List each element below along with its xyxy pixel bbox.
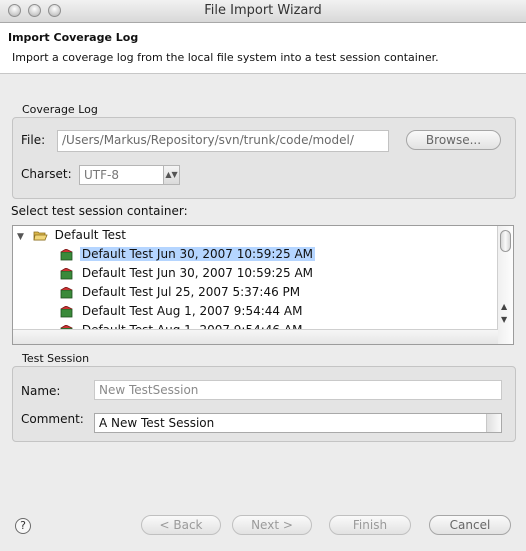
file-path-field[interactable]: /Users/Markus/Repository/svn/trunk/code/… [57, 130, 389, 152]
coverage-log-group-label: Coverage Log [22, 103, 98, 116]
test-session-icon [60, 286, 74, 298]
session-label: Default Test Jul 25, 2007 5:37:46 PM [81, 285, 301, 299]
chevron-updown-icon[interactable]: ▲▼ [163, 166, 179, 184]
wizard-description: Import a coverage log from the local fil… [12, 51, 439, 64]
test-session-group-label: Test Session [22, 352, 90, 365]
session-label: Default Test Jun 30, 2007 10:59:25 AM [81, 266, 314, 280]
finish-button[interactable]: Finish [329, 515, 411, 535]
help-icon[interactable]: ? [15, 518, 31, 534]
container-label: Select test session container: [11, 204, 188, 218]
test-session-icon [60, 248, 74, 260]
charset-select[interactable]: UTF-8 ▲▼ [79, 165, 180, 185]
scroll-down-arrow-icon[interactable]: ▼ [501, 315, 507, 324]
folder-open-icon [33, 229, 48, 241]
wizard-title: Import Coverage Log [8, 31, 139, 44]
tree-session-row[interactable]: Default Test Jun 30, 2007 10:59:25 AM [60, 245, 316, 263]
tree-session-row[interactable]: Default Test Aug 1, 2007 9:54:44 AM [60, 302, 302, 320]
tree-horizontal-scrollbar[interactable] [13, 329, 498, 344]
comment-scrollbar[interactable] [486, 414, 501, 432]
test-session-icon [60, 305, 74, 317]
comment-field[interactable]: A New Test Session [94, 413, 502, 433]
title-bar: File Import Wizard [0, 0, 526, 23]
name-label: Name: [21, 384, 61, 398]
charset-value: UTF-8 [84, 168, 119, 182]
tree-session-row[interactable]: Default Test Jun 30, 2007 10:59:25 AM [60, 264, 313, 282]
tree-vertical-scrollbar[interactable]: ▲ ▼ [497, 226, 513, 344]
charset-label: Charset: [21, 167, 72, 181]
session-label: Default Test Aug 1, 2007 9:54:44 AM [81, 304, 303, 318]
browse-button[interactable]: Browse... [406, 130, 501, 150]
next-button[interactable]: Next > [232, 515, 312, 535]
comment-value: A New Test Session [99, 416, 215, 430]
file-label: File: [21, 133, 46, 147]
tree-root-row[interactable]: ▼ Default Test [17, 226, 126, 244]
scroll-up-arrow-icon[interactable]: ▲ [501, 302, 507, 311]
tree-root-label: Default Test [54, 228, 126, 242]
tree-session-row[interactable]: Default Test Jul 25, 2007 5:37:46 PM [60, 283, 300, 301]
test-session-icon [60, 267, 74, 279]
session-name-field[interactable]: New TestSession [94, 380, 502, 400]
scroll-thumb[interactable] [500, 230, 511, 252]
triangle-down-icon[interactable]: ▼ [17, 228, 29, 246]
cancel-button[interactable]: Cancel [429, 515, 511, 535]
comment-label: Comment: [21, 412, 84, 426]
wizard-header: Import Coverage Log Import a coverage lo… [0, 23, 526, 74]
back-button[interactable]: < Back [141, 515, 221, 535]
session-label: Default Test Jun 30, 2007 10:59:25 AM [79, 247, 316, 261]
session-container-tree[interactable]: ▼ Default Test Default Test Jun 30, 2007… [12, 225, 514, 345]
window-title: File Import Wizard [204, 3, 322, 18]
